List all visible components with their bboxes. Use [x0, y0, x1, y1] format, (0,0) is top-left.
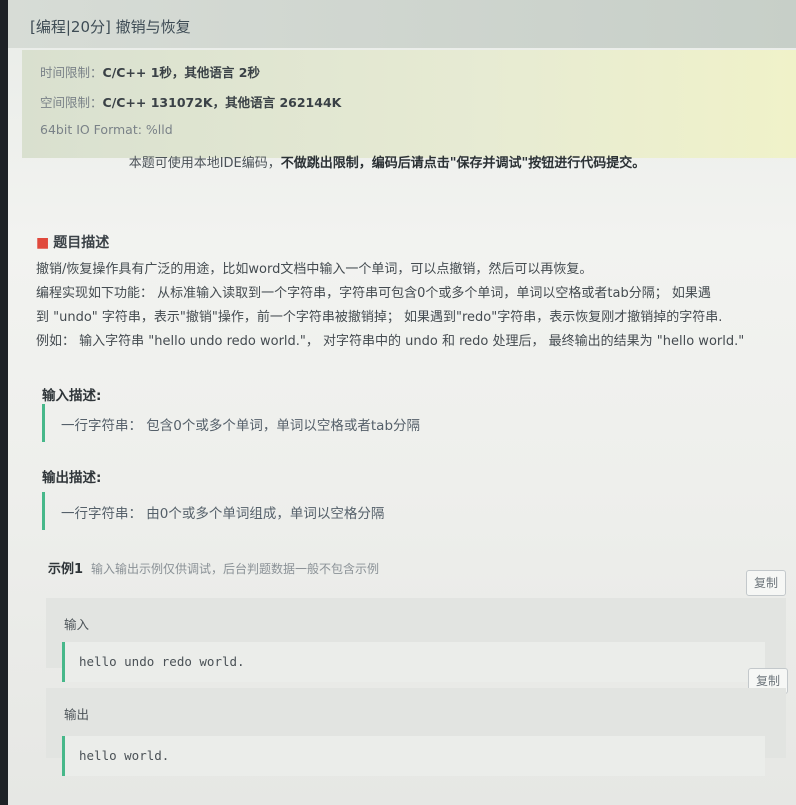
example-note: 输入输出示例仅供调试，后台判题数据一般不包含示例 [91, 562, 380, 576]
example-input-label: 输入 [64, 617, 90, 632]
input-desc-text: 一行字符串： 包含0个或多个单词，单词以空格或者tab分隔 [61, 418, 421, 434]
problem-heading: ■ 题目描述 [36, 232, 109, 252]
input-desc-label: 输入描述: [42, 388, 102, 404]
problem-line: 撤销/恢复操作具有广泛的用途，比如word文档中输入一个单词，可以点撤销，然后可… [36, 262, 593, 277]
example-title: 示例1 [48, 562, 84, 577]
example-input-code[interactable]: hello undo redo world. [62, 642, 765, 682]
problem-line: 编程实现如下功能： 从标准输入读取到一个字符串，字符串可包含0个或多个单词，单词… [36, 286, 711, 301]
problem-line: 例如： 输入字符串 "hello undo redo world."， 对字符串… [36, 334, 745, 349]
space-limit: 空间限制：C/C++ 131072K，其他语言 262144K [40, 92, 341, 111]
output-desc-label: 输出描述: [42, 470, 102, 486]
output-desc-block: 一行字符串： 由0个或多个单词组成，单词以空格分隔 [42, 492, 785, 530]
space-limit-label: 空间限制： [40, 95, 103, 110]
input-desc-block: 一行字符串： 包含0个或多个单词，单词以空格或者tab分隔 [42, 404, 785, 442]
bullet-icon: ■ [36, 235, 50, 251]
problem-heading-text: 题目描述 [53, 235, 110, 251]
time-limit: 时间限制：C/C++ 1秒，其他语言 2秒 [40, 62, 260, 81]
copy-input-button[interactable]: 复制 [746, 570, 786, 596]
example-input-value: hello undo redo world. [79, 654, 245, 669]
example-output-code[interactable]: hello world. [62, 736, 765, 776]
ide-notice: 本题可使用本地IDE编码，不做跳出限制，编码后请点击"保存并调试"按钮进行代码提… [8, 152, 796, 171]
output-desc-text: 一行字符串： 由0个或多个单词组成，单词以空格分隔 [61, 506, 385, 522]
example-header: 示例1 输入输出示例仅供调试，后台判题数据一般不包含示例 [48, 558, 379, 577]
io-format: 64bit IO Format: %lld [40, 122, 173, 137]
title-bar: [编程|20分] 撤销与恢复 [8, 0, 796, 48]
space-limit-value: C/C++ 131072K，其他语言 262144K [102, 95, 342, 110]
example-output-label: 输出 [64, 707, 90, 722]
limits-panel: 时间限制：C/C++ 1秒，其他语言 2秒 空间限制：C/C++ 131072K… [22, 50, 796, 158]
notice-suffix: 编码后请点击"保存并调试"按钮进行代码提交。 [371, 156, 646, 171]
notice-emphasis: 不做跳出限制， [280, 156, 372, 171]
problem-line: 到 "undo" 字符串，表示"撤销"操作，前一个字符串被撤销掉； 如果遇到"r… [36, 310, 723, 325]
time-limit-value: C/C++ 1秒，其他语言 2秒 [102, 65, 260, 80]
page-title: [编程|20分] 撤销与恢复 [30, 18, 191, 36]
problem-page: [编程|20分] 撤销与恢复 时间限制：C/C++ 1秒，其他语言 2秒 空间限… [8, 0, 796, 805]
time-limit-label: 时间限制： [40, 65, 103, 80]
notice-prefix: 本题可使用本地IDE编码， [128, 156, 281, 171]
example-output-value: hello world. [79, 748, 170, 763]
